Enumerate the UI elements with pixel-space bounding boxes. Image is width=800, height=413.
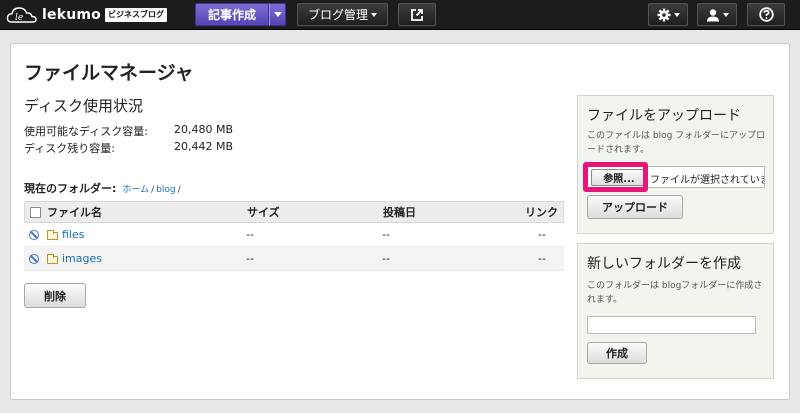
- new-post-button[interactable]: 記事作成: [195, 3, 269, 26]
- help-icon: [758, 7, 774, 22]
- file-table-header: ファイル名 サイズ 投稿日 リンク: [24, 201, 564, 223]
- breadcrumb-separator: /: [177, 185, 181, 195]
- new-folder-description: このフォルダーは blogフォルダーに作成されます。: [587, 281, 763, 305]
- view-blog-button[interactable]: [398, 3, 436, 26]
- breadcrumb-home-link[interactable]: ホーム: [122, 185, 149, 195]
- disk-available-value: 20,480 MB: [174, 123, 234, 136]
- chevron-down-icon: [722, 12, 729, 17]
- blog-manage-label: ブログ管理: [307, 8, 368, 22]
- svg-text:le: le: [15, 13, 23, 23]
- folder-link-files[interactable]: files: [62, 223, 84, 246]
- chevron-down-icon: [273, 12, 282, 17]
- top-navigation-bar: le lekumo ビジネスブログ 記事作成 ブログ管理: [0, 0, 800, 30]
- disk-remaining-label: ディスク残り容量:: [24, 142, 115, 155]
- new-folder-box: 新しいフォルダーを作成 このフォルダーは blogフォルダーに作成されます。 作…: [577, 243, 774, 379]
- breadcrumb: ホーム / blog /: [122, 182, 182, 195]
- new-post-dropdown-button[interactable]: [269, 3, 286, 26]
- not-allowed-icon: [29, 229, 39, 240]
- disk-remaining-value: 20,442 MB: [174, 140, 234, 153]
- upload-button[interactable]: アップロード: [587, 195, 683, 219]
- disk-usage-heading: ディスク使用状況: [24, 97, 143, 115]
- chevron-down-icon: [371, 12, 377, 17]
- blog-manage-menu-button[interactable]: ブログ管理: [297, 3, 388, 26]
- create-folder-button[interactable]: 作成: [587, 342, 647, 364]
- folder-link-images[interactable]: images: [62, 247, 102, 270]
- column-header-link[interactable]: リンク: [525, 202, 558, 222]
- folder-icon: [47, 229, 58, 240]
- user-icon: [706, 8, 719, 21]
- disk-available-label: 使用可能なディスク容量:: [24, 125, 148, 138]
- logo-text: lekumo: [42, 7, 101, 23]
- new-folder-name-input[interactable]: [587, 316, 756, 334]
- current-folder-label: 現在のフォルダー:: [24, 182, 117, 195]
- new-folder-title: 新しいフォルダーを作成: [587, 256, 741, 272]
- upload-box: ファイルをアップロード このファイルは blog フォルダーにアップロードされま…: [577, 95, 774, 234]
- gear-icon: [657, 8, 670, 21]
- chevron-down-icon: [673, 12, 680, 17]
- page-title: ファイルマネージャ: [24, 62, 194, 84]
- file-table: ファイル名 サイズ 投稿日 リンク files -- -- -- images …: [24, 201, 564, 271]
- current-folder: 現在のフォルダー: ホーム / blog /: [24, 180, 183, 196]
- row-date: --: [382, 252, 390, 265]
- delete-button[interactable]: 削除: [24, 283, 86, 308]
- row-date: --: [382, 228, 390, 241]
- settings-menu-button[interactable]: [648, 3, 688, 26]
- row-link: --: [538, 252, 546, 265]
- upload-title: ファイルをアップロード: [587, 108, 741, 124]
- no-file-selected-text: ファイルが選択されていませ: [650, 175, 764, 186]
- help-button[interactable]: [747, 3, 785, 26]
- row-size: --: [246, 252, 254, 265]
- external-link-icon: [411, 8, 423, 21]
- folder-icon: [47, 253, 58, 264]
- user-menu-button[interactable]: [697, 3, 737, 26]
- browse-button-highlight: [583, 162, 648, 192]
- row-size: --: [246, 228, 254, 241]
- column-header-size[interactable]: サイズ: [247, 202, 280, 222]
- column-header-date[interactable]: 投稿日: [383, 202, 416, 222]
- table-row[interactable]: files -- -- --: [24, 223, 564, 247]
- breadcrumb-blog-link[interactable]: blog: [156, 185, 175, 195]
- breadcrumb-separator: /: [151, 185, 155, 195]
- cloud-logo-icon: le: [6, 5, 40, 25]
- upload-description: このファイルは blog フォルダーにアップロードされます。: [587, 131, 766, 155]
- logo-badge: ビジネスブログ: [104, 8, 167, 22]
- row-link: --: [538, 228, 546, 241]
- file-manager-panel: ファイルマネージャ ディスク使用状況 使用可能なディスク容量: 20,480 M…: [10, 43, 790, 400]
- lekumo-logo[interactable]: le lekumo ビジネスブログ: [6, 4, 167, 26]
- select-all-checkbox[interactable]: [30, 206, 41, 218]
- table-row[interactable]: images -- -- --: [24, 247, 564, 271]
- column-header-name[interactable]: ファイル名: [47, 202, 102, 222]
- not-allowed-icon: [29, 253, 39, 264]
